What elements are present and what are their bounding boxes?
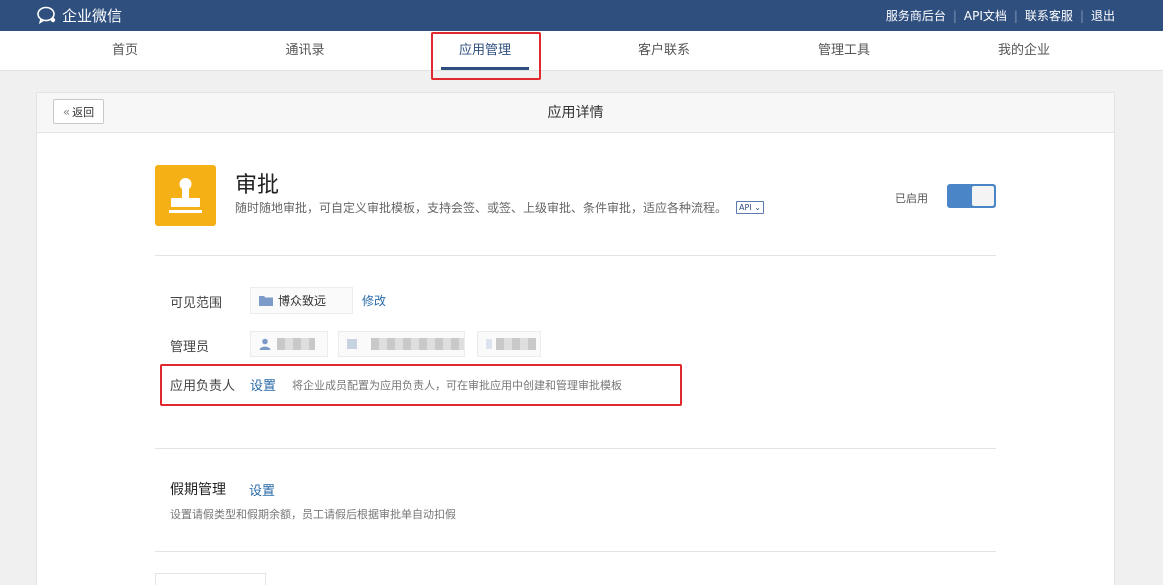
- admin-chip: [250, 331, 328, 357]
- api-badge[interactable]: API ⌄: [736, 201, 764, 214]
- app-name: 审批: [235, 173, 280, 198]
- avatar: [347, 339, 357, 349]
- divider: [155, 448, 996, 449]
- visibility-label: 可见范围: [170, 296, 223, 311]
- app-owner-label: 应用负责人: [170, 379, 236, 394]
- api-badge-label: API: [739, 203, 752, 212]
- card-header: 应用详情 « 返回: [37, 93, 1114, 133]
- main-nav: 首页 通讯录 应用管理 客户联系 管理工具 我的企业: [0, 31, 1163, 71]
- separator: |: [1013, 8, 1018, 23]
- active-tab-indicator: [441, 67, 529, 70]
- page-title: 应用详情: [547, 105, 604, 121]
- nav-item-home[interactable]: 首页: [75, 31, 175, 71]
- app-description-row: 随时随地审批，可自定义审批模板，支持会签、或签、上级审批、条件审批，适应各种流程…: [235, 199, 764, 216]
- contact-support-link[interactable]: 联系客服: [1025, 7, 1073, 24]
- user-icon: [259, 338, 271, 350]
- department-name: 博众致远: [278, 294, 327, 308]
- back-button[interactable]: « 返回: [53, 99, 104, 124]
- nav-item-contacts[interactable]: 通讯录: [255, 31, 355, 71]
- partial-panel: [155, 573, 266, 585]
- admins-label: 管理员: [170, 340, 210, 355]
- separator: |: [952, 8, 957, 23]
- app-detail-card: 应用详情 « 返回 审批 随时随地审批，可自定义审批模板，支持会签、或签、上级审…: [36, 92, 1115, 585]
- modify-visibility-link[interactable]: 修改: [362, 292, 386, 309]
- status-label: 已启用: [895, 192, 928, 205]
- stamp-icon: [169, 178, 202, 213]
- divider: [155, 255, 996, 256]
- api-docs-link[interactable]: API文档: [964, 7, 1007, 24]
- holiday-description: 设置请假类型和假期余额，员工请假后根据审批单自动扣假: [170, 508, 456, 521]
- folder-icon: [259, 296, 273, 306]
- admin-chip: [338, 331, 465, 357]
- admin-chip: [477, 331, 541, 357]
- separator: |: [1079, 8, 1084, 23]
- brand-name: 企业微信: [62, 6, 123, 25]
- double-chevron-left-icon: «: [62, 104, 71, 119]
- holiday-management-title: 假期管理: [170, 482, 226, 498]
- redacted-admin-name: [496, 338, 536, 350]
- nav-item-app-management[interactable]: 应用管理: [435, 31, 535, 71]
- top-links: 服务商后台 | API文档 | 联系客服 | 退出: [886, 0, 1115, 31]
- toggle-knob: [972, 186, 994, 206]
- divider: [155, 551, 996, 552]
- set-holiday-link[interactable]: 设置: [249, 480, 275, 499]
- chevron-down-icon: ⌄: [754, 203, 761, 212]
- service-provider-link[interactable]: 服务商后台: [886, 7, 946, 24]
- redacted-admin-name: [370, 338, 464, 350]
- app-description: 随时随地审批，可自定义审批模板，支持会签、或签、上级审批、条件审批，适应各种流程…: [235, 201, 728, 215]
- set-app-owner-link[interactable]: 设置: [250, 375, 276, 394]
- app-enable-toggle[interactable]: [947, 184, 996, 208]
- app-icon: [155, 165, 216, 226]
- nav-item-my-enterprise[interactable]: 我的企业: [974, 31, 1074, 71]
- logout-link[interactable]: 退出: [1091, 7, 1115, 24]
- top-bar: 企业微信 服务商后台 | API文档 | 联系客服 | 退出: [0, 0, 1163, 31]
- wework-logo-icon: [37, 6, 56, 24]
- redacted-admin-name: [277, 338, 315, 350]
- brand-logo[interactable]: 企业微信: [36, 5, 122, 25]
- avatar: [486, 339, 492, 349]
- nav-item-management-tools[interactable]: 管理工具: [794, 31, 894, 71]
- back-button-label: 返回: [72, 105, 95, 119]
- department-chip: 博众致远: [250, 287, 353, 314]
- app-owner-hint: 将企业成员配置为应用负责人，可在审批应用中创建和管理审批模板: [292, 379, 622, 392]
- nav-item-customer-contact[interactable]: 客户联系: [614, 31, 714, 71]
